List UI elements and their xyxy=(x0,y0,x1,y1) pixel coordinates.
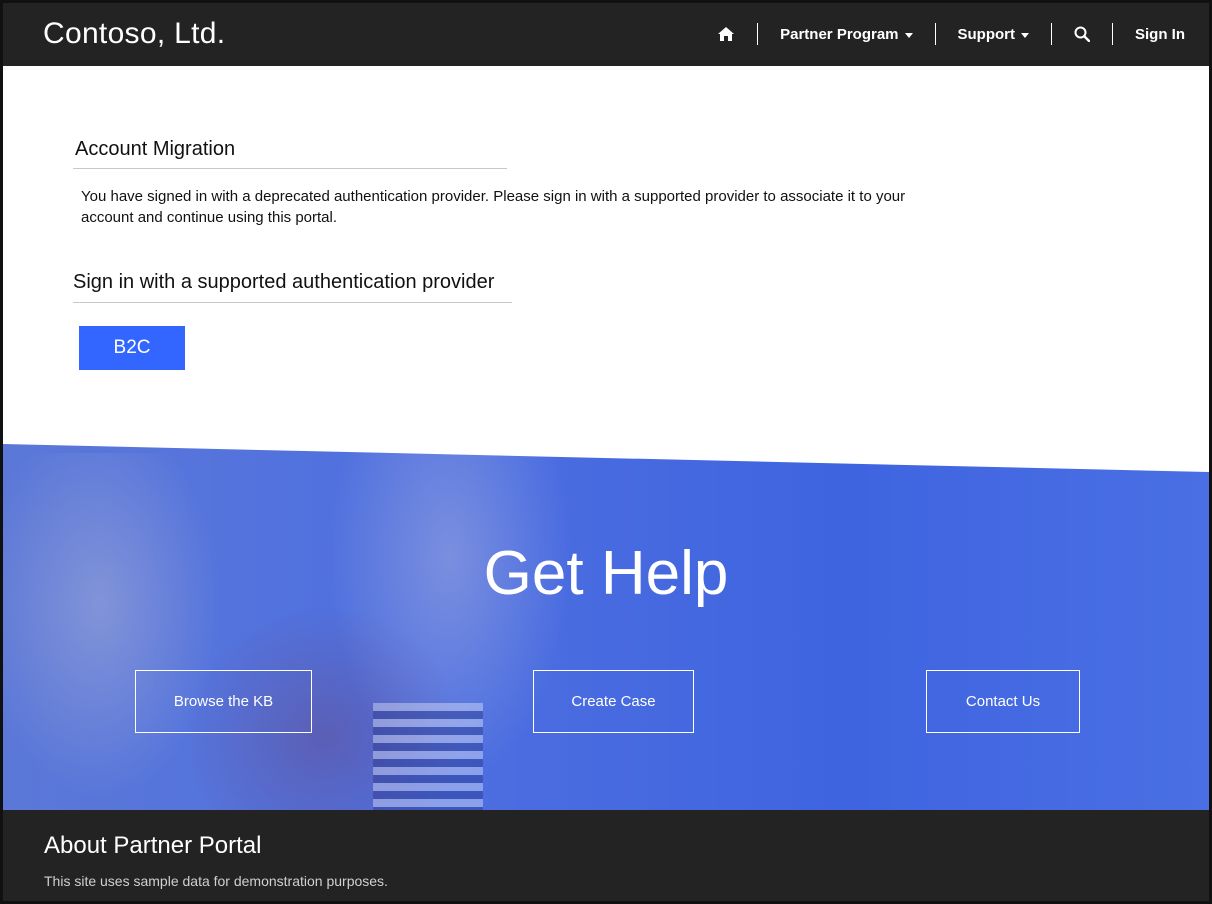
footer-title: About Partner Portal xyxy=(44,832,262,859)
chevron-down-icon xyxy=(1021,32,1029,38)
main-nav: Partner Program Support Sign In xyxy=(717,20,1185,48)
account-migration-heading: Account Migration xyxy=(75,138,236,160)
search-icon-glyph xyxy=(1074,26,1090,42)
background-photo-shirt xyxy=(373,703,483,813)
contact-us-button[interactable]: Contact Us xyxy=(926,670,1080,733)
nav-divider xyxy=(934,23,936,45)
heading-divider xyxy=(73,302,512,303)
heading-divider xyxy=(73,168,507,169)
migration-message: You have signed in with a deprecated aut… xyxy=(81,188,906,226)
portal-page: Contoso, Ltd. Partner Program Support Si… xyxy=(0,0,1212,904)
section-diagonal-edge xyxy=(3,443,1209,472)
chevron-down-icon xyxy=(904,32,913,38)
nav-divider xyxy=(757,23,759,45)
search-icon[interactable] xyxy=(1074,20,1090,48)
home-icon-glyph xyxy=(718,27,735,41)
browse-kb-button[interactable]: Browse the KB xyxy=(135,670,312,733)
sign-in-link[interactable]: Sign In xyxy=(1135,20,1185,48)
nav-partner-program[interactable]: Partner Program xyxy=(780,20,913,48)
create-case-button[interactable]: Create Case xyxy=(533,670,694,733)
get-help-title: Get Help xyxy=(483,539,729,608)
footer-description: This site uses sample data for demonstra… xyxy=(44,873,388,889)
provider-heading: Sign in with a supported authentication … xyxy=(73,271,495,293)
main-content: Account Migration You have signed in wit… xyxy=(3,66,1209,446)
nav-support-label: Support xyxy=(957,25,1016,43)
b2c-provider-button[interactable]: B2C xyxy=(79,326,185,370)
nav-support[interactable]: Support xyxy=(957,20,1029,48)
nav-divider xyxy=(1112,23,1113,45)
brand-logo[interactable]: Contoso, Ltd. xyxy=(43,17,225,51)
get-help-section: Get Help Browse the KB Create Case Conta… xyxy=(3,443,1209,813)
nav-divider xyxy=(1051,23,1052,45)
top-navigation-bar: Contoso, Ltd. Partner Program Support Si… xyxy=(3,3,1209,66)
home-icon[interactable] xyxy=(717,20,735,48)
nav-partner-program-label: Partner Program xyxy=(780,25,899,43)
footer: About Partner Portal This site uses samp… xyxy=(3,810,1209,901)
